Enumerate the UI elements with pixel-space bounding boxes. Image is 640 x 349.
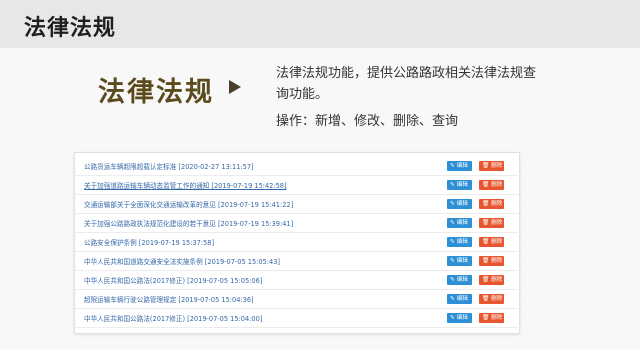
list-item: 超限运输车辆行驶公路管理规定 [2019-07-05 15:04:36] ✎ 编辑…: [75, 290, 521, 309]
trash-icon: 🗑: [482, 296, 490, 302]
regulation-link[interactable]: 中华人民共和国道路交通安全法实施条例 [2019-07-05 15:05:43]: [84, 256, 280, 266]
regulation-link[interactable]: 交通运输部关于全面深化交通运输改革的意见 [2019-07-19 15:41:2…: [84, 199, 293, 209]
trash-icon: 🗑: [482, 315, 490, 321]
feature-description: 法律法规功能，提供公路路政相关法律法规查询功能。: [276, 66, 537, 102]
trash-icon: 🗑: [482, 277, 490, 283]
header-bar: 法律法规: [0, 0, 640, 48]
feature-operations: 操作：新增、修改、删除、查询: [276, 114, 459, 129]
pencil-icon: ✎: [450, 258, 455, 264]
list-item: 中华人民共和国公路法(2017修正) [2019-07-05 15:05:06]…: [75, 271, 521, 290]
feature-title: 法律法规: [98, 77, 214, 108]
delete-button[interactable]: 🗑 删除: [479, 180, 504, 190]
list-item: 公路货运车辆超限超载认定标准 [2020-02-27 13:11:57] ✎ 编辑…: [75, 157, 521, 176]
edit-button[interactable]: ✎ 编辑: [447, 313, 472, 323]
edit-button[interactable]: ✎ 编辑: [447, 294, 472, 304]
edit-button[interactable]: ✎ 编辑: [447, 275, 472, 285]
delete-button[interactable]: 🗑 删除: [479, 294, 504, 304]
delete-button[interactable]: 🗑 删除: [479, 313, 504, 323]
page-title: 法律法规: [24, 16, 117, 41]
regulation-link[interactable]: 关于加强道路运输车辆动态监管工作的通知 [2019-07-19 15:42:58…: [84, 180, 287, 190]
regulation-list-panel: 公路货运车辆超限超载认定标准 [2020-02-27 13:11:57] ✎ 编辑…: [74, 152, 521, 334]
regulation-link[interactable]: 中华人民共和国公路法(2017修正) [2019-07-05 15:04:00]: [84, 313, 262, 323]
edit-button[interactable]: ✎ 编辑: [447, 161, 472, 171]
delete-button[interactable]: 🗑 删除: [479, 237, 504, 247]
pencil-icon: ✎: [450, 220, 455, 226]
regulation-link[interactable]: 中华人民共和国公路法(2017修正) [2019-07-05 15:05:06]: [84, 275, 262, 285]
list-item: 关于加强公路路政执法规范化建设的若干意见 [2019-07-19 15:39:4…: [75, 214, 521, 233]
pencil-icon: ✎: [450, 296, 455, 302]
pencil-icon: ✎: [450, 315, 455, 321]
edit-button[interactable]: ✎ 编辑: [447, 180, 472, 190]
regulation-link[interactable]: 公路货运车辆超限超载认定标准 [2020-02-27 13:11:57]: [84, 161, 254, 171]
delete-button[interactable]: 🗑 删除: [479, 199, 504, 209]
pencil-icon: ✎: [450, 182, 455, 188]
trash-icon: 🗑: [482, 182, 490, 188]
edit-button[interactable]: ✎ 编辑: [447, 199, 472, 209]
list-item: 中华人民共和国公路法(2017修正) [2019-07-05 15:04:00]…: [75, 309, 521, 328]
arrow-right-icon: [229, 80, 241, 94]
pencil-icon: ✎: [450, 163, 455, 169]
delete-button[interactable]: 🗑 删除: [479, 256, 504, 266]
edit-button[interactable]: ✎ 编辑: [447, 218, 472, 228]
list-item: 中华人民共和国道路交通安全法实施条例 [2019-07-05 15:05:43]…: [75, 252, 521, 271]
edit-button[interactable]: ✎ 编辑: [447, 237, 472, 247]
pencil-icon: ✎: [450, 239, 455, 245]
trash-icon: 🗑: [482, 239, 490, 245]
trash-icon: 🗑: [482, 201, 490, 207]
pencil-icon: ✎: [450, 201, 455, 207]
regulation-link[interactable]: 超限运输车辆行驶公路管理规定 [2019-07-05 15:04:36]: [84, 294, 254, 304]
pencil-icon: ✎: [450, 277, 455, 283]
list-item: 公路安全保护条例 [2019-07-19 15:37:58] ✎ 编辑 🗑 删除: [75, 233, 521, 252]
regulation-link[interactable]: 公路安全保护条例 [2019-07-19 15:37:58]: [84, 237, 214, 247]
delete-button[interactable]: 🗑 删除: [479, 275, 504, 285]
delete-button[interactable]: 🗑 删除: [479, 161, 504, 171]
trash-icon: 🗑: [482, 258, 490, 264]
trash-icon: 🗑: [482, 163, 490, 169]
trash-icon: 🗑: [482, 220, 490, 226]
list-item: 关于加强道路运输车辆动态监管工作的通知 [2019-07-19 15:42:58…: [75, 176, 521, 195]
edit-button[interactable]: ✎ 编辑: [447, 256, 472, 266]
regulation-link[interactable]: 关于加强公路路政执法规范化建设的若干意见 [2019-07-19 15:39:4…: [84, 218, 293, 228]
delete-button[interactable]: 🗑 删除: [479, 218, 504, 228]
list-item: 交通运输部关于全面深化交通运输改革的意见 [2019-07-19 15:41:2…: [75, 195, 521, 214]
